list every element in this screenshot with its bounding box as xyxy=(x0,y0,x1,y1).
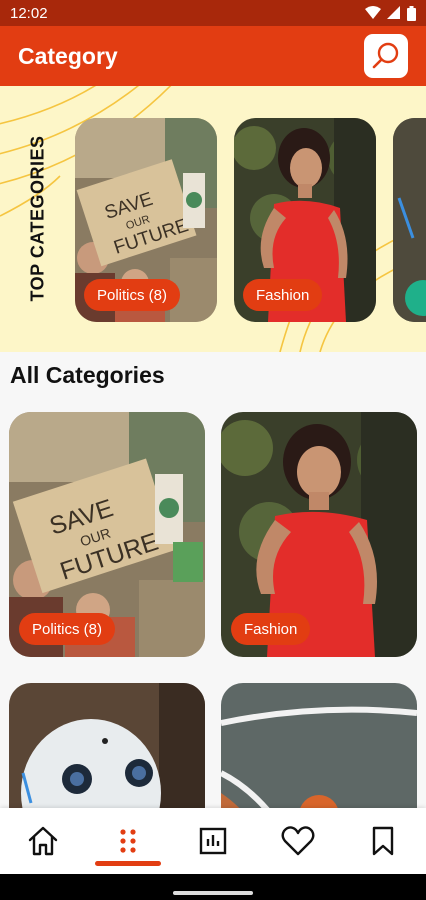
category-card-fashion[interactable]: Fashion xyxy=(221,412,417,657)
page-title: Category xyxy=(18,42,118,69)
app-bar: Category xyxy=(0,26,426,86)
category-card-politics[interactable]: SAVE OUR FUTURE Politics (8) xyxy=(9,412,205,657)
nav-bookmarks[interactable] xyxy=(341,808,426,874)
partial-card-photo xyxy=(393,118,426,322)
heart-icon xyxy=(281,826,315,856)
category-pill: Politics (8) xyxy=(84,279,181,311)
all-categories-title: All Categories xyxy=(10,362,165,388)
search-button[interactable] xyxy=(364,34,408,78)
nav-category[interactable] xyxy=(85,808,170,874)
search-icon xyxy=(372,42,399,69)
status-time: 12:02 xyxy=(10,4,48,22)
top-categories-section: TOP CATEGORIES SAVE OUR FUTURE Politics … xyxy=(0,86,426,352)
screen: 12:02 Category TOP CATEGORIES SAVE OUR F… xyxy=(0,0,426,900)
nav-stats[interactable] xyxy=(170,808,255,874)
home-gesture-handle[interactable] xyxy=(173,891,253,895)
category-dots-icon xyxy=(120,829,136,853)
nav-favorites[interactable] xyxy=(256,808,341,874)
category-pill: Fashion xyxy=(231,613,311,645)
bottom-navigation xyxy=(0,808,426,874)
top-category-card-partial[interactable] xyxy=(393,118,426,322)
status-icons xyxy=(365,5,416,21)
top-category-card-fashion[interactable]: Fashion xyxy=(234,118,376,322)
bookmark-icon xyxy=(373,826,394,856)
battery-icon xyxy=(407,5,416,21)
chart-icon xyxy=(199,827,227,855)
nav-home[interactable] xyxy=(0,808,85,874)
system-gesture-bar xyxy=(0,874,426,900)
wifi-icon xyxy=(365,6,381,19)
signal-icon xyxy=(387,6,400,19)
top-categories-label: TOP CATEGORIES xyxy=(14,131,62,306)
category-pill: Politics (8) xyxy=(19,613,116,645)
home-icon xyxy=(28,826,57,856)
top-category-card-politics[interactable]: SAVE OUR FUTURE Politics (8) xyxy=(75,118,217,322)
top-categories-label-text: TOP CATEGORIES xyxy=(27,135,48,302)
category-pill: Fashion xyxy=(243,279,323,311)
status-bar: 12:02 xyxy=(0,0,426,26)
